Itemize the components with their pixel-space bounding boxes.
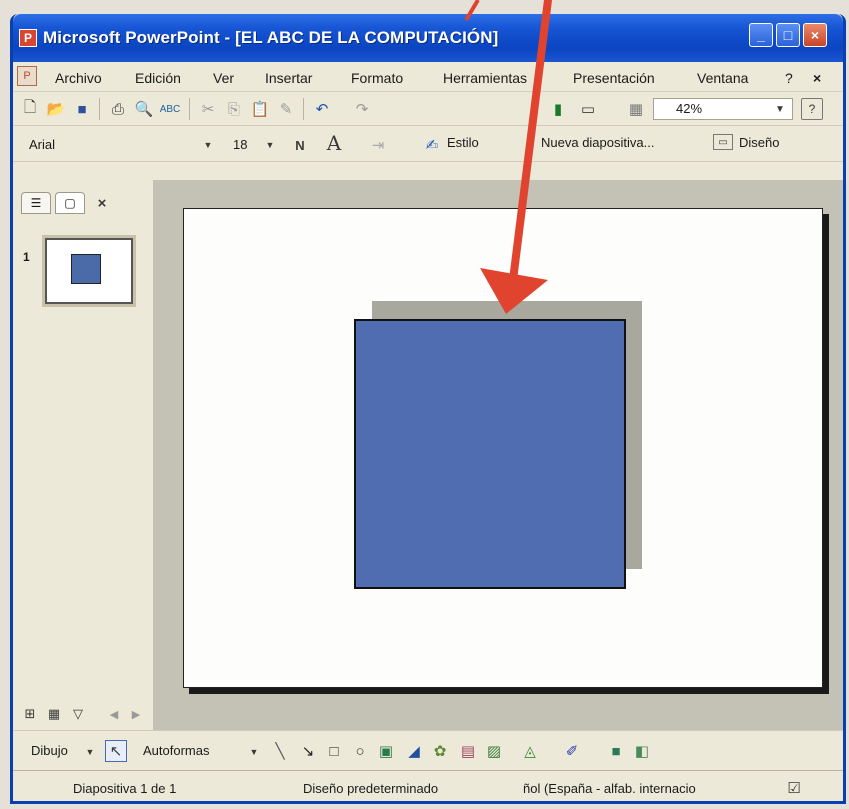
textbox-icon[interactable]: ▣ — [375, 740, 397, 762]
increase-font-icon[interactable]: A — [323, 131, 345, 155]
autoshapes-dropdown-icon[interactable]: ▼ — [243, 741, 265, 763]
title-bar: P Microsoft PowerPoint - [EL ABC DE LA C… — [13, 14, 843, 62]
status-slide: Diapositiva 1 de 1 — [73, 781, 177, 796]
status-language: ñol (España - alfab. internacio — [523, 781, 696, 796]
slides-tab[interactable]: ▢ — [55, 192, 85, 214]
indent-icon[interactable]: ⇥ — [367, 134, 389, 156]
drawing-toolbar: Dibujo ▼ ↖ Autoformas ▼ ╲ ↘ □ ○ ▣ ◢ ✿ ▤ … — [13, 730, 843, 770]
cut-icon[interactable]: ✂ — [197, 98, 219, 120]
font-dropdown-icon[interactable]: ▼ — [197, 134, 219, 156]
menu-ver[interactable]: Ver — [213, 70, 234, 86]
arrow-icon[interactable]: ↘ — [297, 740, 319, 762]
standard-toolbar: 🗋 📂 ■ ⎙ 🔍 ABC ✂ ⎘ 📋 ✎ ↶ ↷ ▮ ▭ ▦ 42% ▼ ? — [13, 92, 843, 126]
spelling-icon[interactable]: ABC — [159, 98, 181, 120]
menu-archivo[interactable]: Archivo — [55, 70, 102, 86]
outline-tab[interactable]: ☰ — [21, 192, 51, 214]
slide-canvas[interactable] — [183, 208, 823, 688]
view-buttons: ⊞ ▦ ▽ ◀ ▶ — [13, 702, 153, 726]
slides-pane: ☰ ▢ × 1 — [13, 162, 153, 702]
chart-icon[interactable]: ▮ — [547, 98, 569, 120]
menu-insertar[interactable]: Insertar — [265, 70, 312, 86]
copy-icon[interactable]: ⎘ — [223, 98, 245, 120]
menu-edicion[interactable]: Edición — [135, 70, 181, 86]
bold-button[interactable]: N — [289, 134, 311, 156]
font-select[interactable]: Arial — [29, 134, 219, 156]
slide-show-icon[interactable]: ▽ — [67, 703, 89, 725]
close-document-icon[interactable]: × — [813, 70, 821, 86]
minimize-button[interactable]: _ — [749, 23, 773, 47]
picture-icon[interactable]: ▨ — [483, 740, 505, 762]
new-document-icon[interactable]: 🗋 — [19, 98, 41, 120]
formatting-toolbar: Arial ▼ 18 ▼ N A ⇥ ✍ Estilo Nueva diapos… — [13, 126, 843, 162]
clipart-icon[interactable]: ▤ — [457, 740, 479, 762]
draw-menu[interactable]: Dibujo — [31, 743, 68, 758]
document-icon[interactable]: P — [17, 66, 37, 86]
oval-icon[interactable]: ○ — [349, 740, 371, 762]
scroll-left-icon[interactable]: ◀ — [103, 703, 125, 725]
menu-bar: P Archivo Edición Ver Insertar Formato H… — [13, 62, 843, 92]
3d-style-icon[interactable]: ◧ — [631, 740, 653, 762]
zoom-dropdown-icon[interactable]: ▼ — [769, 98, 791, 120]
style-icon[interactable]: ✍ — [421, 134, 443, 156]
print-preview-icon[interactable]: 🔍 — [133, 98, 155, 120]
table-icon[interactable]: ▭ — [577, 98, 599, 120]
open-folder-icon[interactable]: 📂 — [45, 98, 67, 120]
diagram-icon[interactable]: ✿ — [429, 740, 451, 762]
menu-ventana[interactable]: Ventana — [697, 70, 748, 86]
wordart-icon[interactable]: ◢ — [403, 740, 425, 762]
design-button[interactable]: Diseño — [739, 135, 779, 150]
rectangle-icon[interactable]: □ — [323, 740, 345, 762]
window-title: Microsoft PowerPoint - [EL ABC DE LA COM… — [43, 28, 499, 47]
fill-color-icon[interactable]: ◬ — [519, 740, 541, 762]
menu-herramientas[interactable]: Herramientas — [443, 70, 527, 86]
normal-view-icon[interactable]: ⊞ — [19, 703, 41, 725]
slide-sorter-icon[interactable]: ▦ — [43, 703, 65, 725]
save-icon[interactable]: ■ — [71, 98, 93, 120]
grid-icon[interactable]: ▦ — [625, 98, 647, 120]
scroll-right-icon[interactable]: ▶ — [125, 703, 147, 725]
powerpoint-window: P Microsoft PowerPoint - [EL ABC DE LA C… — [10, 14, 846, 804]
menu-help[interactable]: ? — [785, 70, 793, 86]
redo-icon[interactable]: ↷ — [351, 98, 373, 120]
slide-number: 1 — [23, 250, 30, 264]
select-pointer-icon[interactable]: ↖ — [105, 740, 127, 762]
close-pane-icon[interactable]: × — [91, 192, 113, 214]
paste-icon[interactable]: 📋 — [249, 98, 271, 120]
status-bar: Diapositiva 1 de 1 Diseño predeterminado… — [13, 770, 843, 801]
slide-thumbnail[interactable] — [45, 238, 133, 304]
autoshapes-menu[interactable]: Autoformas — [143, 743, 209, 758]
line-icon[interactable]: ╲ — [269, 740, 291, 762]
size-dropdown-icon[interactable]: ▼ — [259, 134, 281, 156]
menu-formato[interactable]: Formato — [351, 70, 403, 86]
powerpoint-app-icon[interactable]: P — [19, 29, 37, 47]
print-icon[interactable]: ⎙ — [107, 98, 129, 120]
maximize-button[interactable]: □ — [776, 23, 800, 47]
shadow-icon[interactable]: ■ — [605, 740, 627, 762]
design-icon[interactable]: ▭ — [713, 134, 733, 150]
line-color-icon[interactable]: ✐ — [561, 740, 583, 762]
slide-editing-area — [153, 180, 843, 730]
undo-icon[interactable]: ↶ — [311, 98, 333, 120]
status-design: Diseño predeterminado — [303, 781, 439, 796]
new-slide-button[interactable]: Nueva diapositiva... — [541, 135, 654, 150]
blue-rectangle-shape[interactable] — [354, 319, 626, 589]
draw-dropdown-icon[interactable]: ▼ — [79, 741, 101, 763]
style-button[interactable]: Estilo — [447, 135, 479, 150]
thumbnail-shape — [71, 254, 101, 284]
help-icon[interactable]: ? — [801, 98, 823, 120]
menu-presentacion[interactable]: Presentación — [573, 70, 655, 86]
close-button[interactable]: × — [803, 23, 827, 47]
spelling-status-icon[interactable]: ☑ — [783, 777, 805, 799]
format-painter-icon[interactable]: ✎ — [275, 98, 297, 120]
